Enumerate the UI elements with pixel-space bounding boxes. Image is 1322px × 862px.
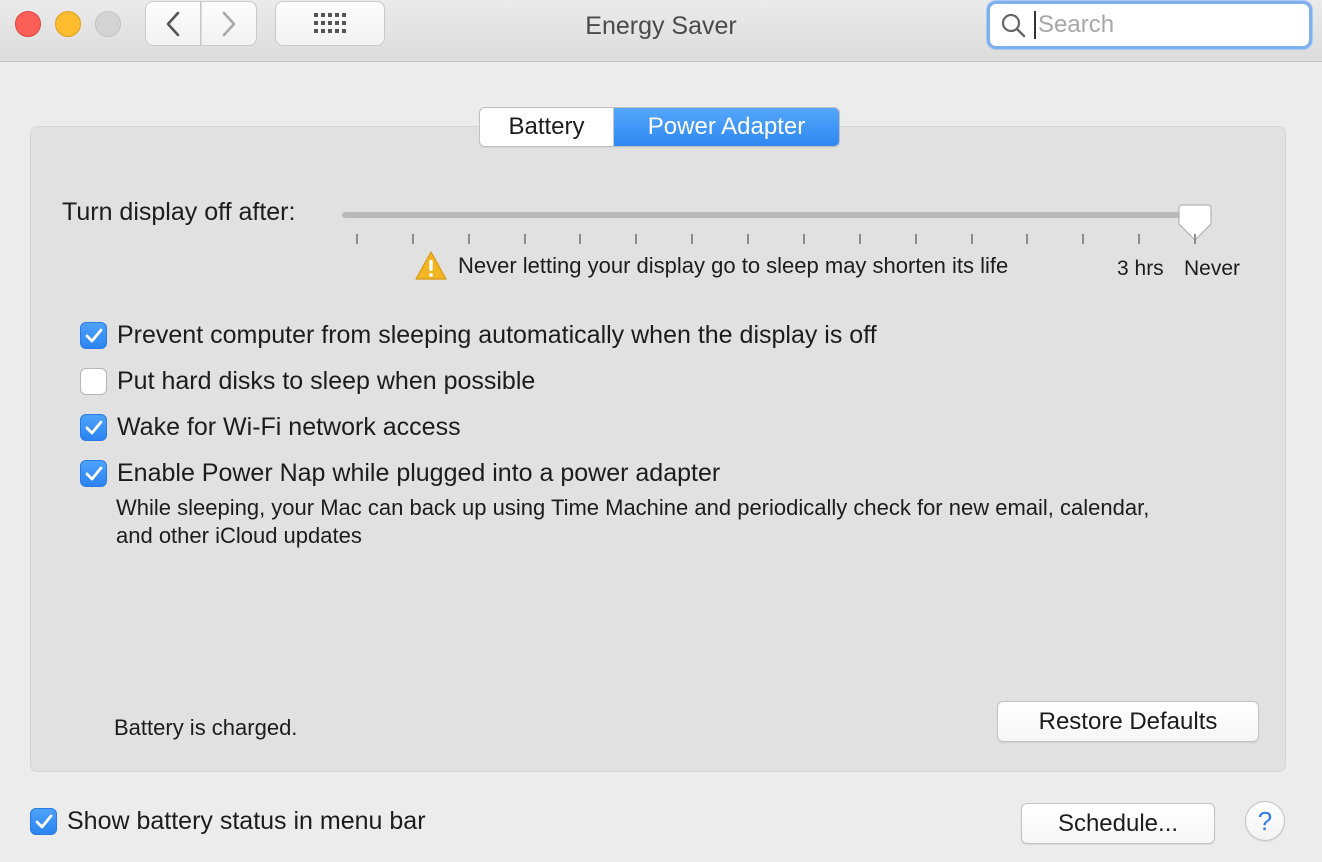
slider-tick (1026, 234, 1029, 244)
checkbox-show-battery-status[interactable] (30, 808, 57, 835)
search-input[interactable] (1034, 11, 1294, 39)
checkmark-icon (85, 420, 102, 434)
slider-tick (635, 234, 638, 244)
slider-tick (411, 234, 414, 244)
option-label: Wake for Wi-Fi network access (117, 413, 461, 441)
option-label: Prevent computer from sleeping automatic… (117, 321, 877, 349)
option-label: Enable Power Nap while plugged into a po… (117, 459, 721, 487)
checkmark-icon (85, 328, 102, 342)
checkbox-power-nap[interactable] (80, 460, 107, 487)
energy-saver-window: Energy Saver Battery Power Adapter Turn … (0, 0, 1322, 862)
slider-tick (970, 234, 973, 244)
tab-bar: Battery Power Adapter (479, 107, 840, 147)
checkbox-prevent-sleep[interactable] (80, 322, 107, 349)
option-label: Show battery status in menu bar (67, 807, 426, 835)
slider-tick (747, 234, 750, 244)
display-off-label: Turn display off after: (62, 198, 296, 226)
slider-tick (467, 234, 470, 244)
search-icon (1001, 13, 1026, 38)
slider-tick (1082, 234, 1085, 244)
option-label: Put hard disks to sleep when possible (117, 367, 536, 395)
option-wake-wifi[interactable]: Wake for Wi-Fi network access (80, 413, 461, 442)
warning-row: Never letting your display go to sleep m… (414, 250, 1008, 281)
slider-tick (356, 234, 358, 244)
slider-tick (523, 234, 526, 244)
slider-tick (914, 234, 917, 244)
slider-ticks (0, 234, 1322, 246)
option-power-nap[interactable]: Enable Power Nap while plugged into a po… (80, 459, 720, 488)
option-show-battery-status[interactable]: Show battery status in menu bar (30, 807, 426, 836)
slider-label-3hrs: 3 hrs (1117, 257, 1164, 280)
slider-label-never: Never (1184, 257, 1241, 280)
slider-tick (1138, 234, 1141, 244)
checkmark-icon (35, 814, 52, 828)
schedule-button[interactable]: Schedule... (1021, 803, 1215, 844)
warning-text: Never letting your display go to sleep m… (458, 252, 1009, 278)
restore-defaults-button[interactable]: Restore Defaults (997, 701, 1259, 742)
search-field[interactable] (987, 1, 1312, 49)
battery-status-text: Battery is charged. (114, 715, 298, 740)
slider-tick (579, 234, 582, 244)
slider-tick (802, 234, 805, 244)
tab-battery[interactable]: Battery (480, 108, 614, 146)
slider-tick (1194, 234, 1196, 244)
toolbar: Energy Saver (0, 0, 1322, 62)
checkmark-icon (85, 466, 102, 480)
help-button[interactable]: ? (1245, 801, 1285, 841)
tab-power-adapter[interactable]: Power Adapter (614, 108, 839, 146)
option-disk-sleep[interactable]: Put hard disks to sleep when possible (80, 367, 535, 396)
warning-icon (415, 251, 447, 280)
slider-tick (858, 234, 861, 244)
slider-tick (691, 234, 694, 244)
display-sleep-slider[interactable] (342, 212, 1212, 218)
checkbox-disk-sleep[interactable] (80, 368, 107, 395)
checkbox-wake-wifi[interactable] (80, 414, 107, 441)
option-prevent-sleep[interactable]: Prevent computer from sleeping automatic… (80, 321, 877, 350)
power-nap-description: While sleeping, your Mac can back up usi… (116, 495, 1150, 548)
